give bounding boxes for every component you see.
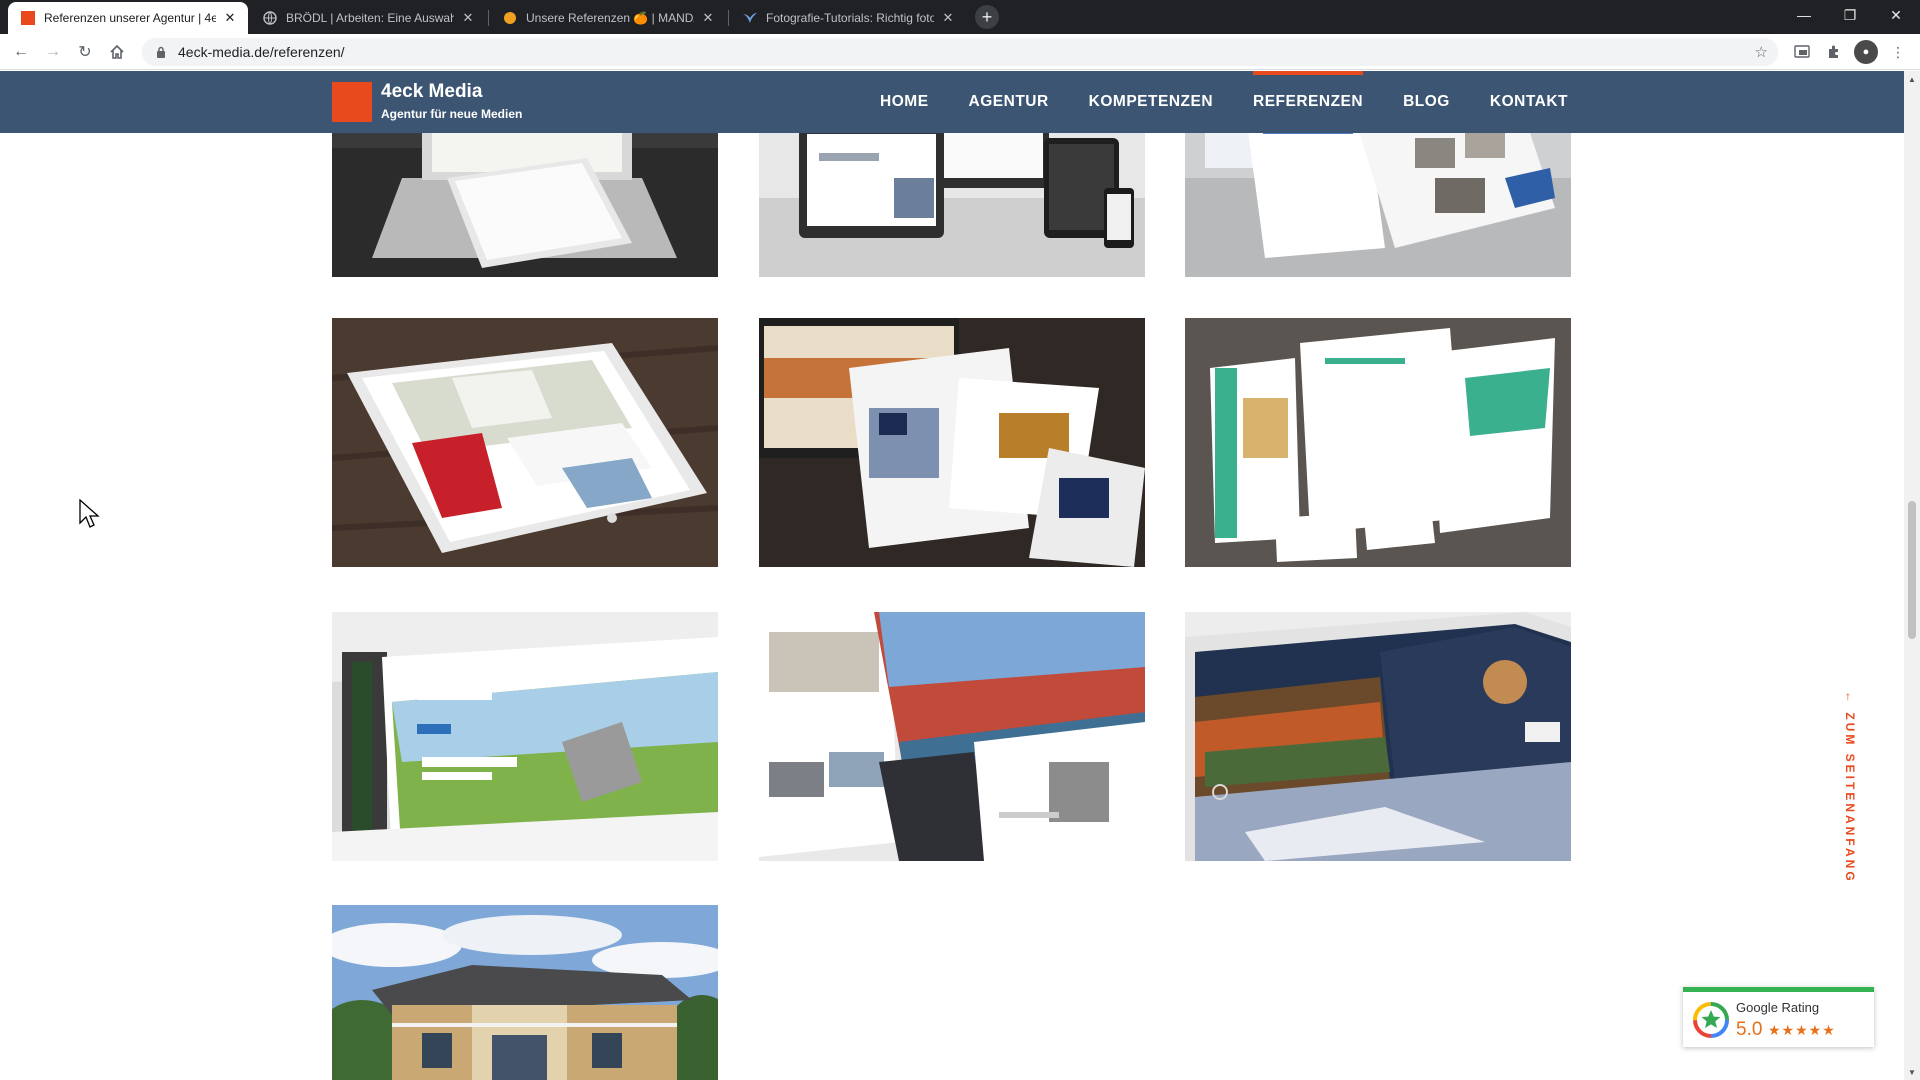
nav-home[interactable]: HOME [880, 71, 929, 133]
rating-label: Google Rating [1736, 1000, 1820, 1015]
cast-icon[interactable] [1790, 40, 1814, 64]
reference-card-tablet-realestate[interactable] [332, 318, 718, 567]
address-bar[interactable]: 4eck-media.de/referenzen/ ☆ [142, 38, 1778, 66]
browser-tab[interactable]: BRÖDL | Arbeiten: Eine Auswahl ✕ [250, 2, 486, 34]
reference-card-house[interactable] [332, 905, 718, 1080]
home-icon[interactable] [105, 40, 129, 64]
url-text: 4eck-media.de/referenzen/ [178, 44, 345, 60]
forward-arrow-icon[interactable]: → [41, 40, 65, 64]
reference-card-emano[interactable] [332, 612, 718, 861]
tablet-landscape-photography-image [1185, 612, 1571, 861]
scroll-up-arrow-icon[interactable]: ▲ [1904, 71, 1920, 87]
tab-separator [728, 10, 729, 26]
browser-tab[interactable]: Unsere Referenzen 🍊 | MANDARIN ✕ [490, 2, 726, 34]
close-window-icon[interactable]: ✕ [1873, 0, 1919, 30]
nav-referenzen[interactable]: REFERENZEN [1253, 71, 1364, 133]
emano-website-image [332, 612, 718, 861]
4eck-favicon-icon [20, 10, 36, 26]
mouse-pointer-icon [79, 499, 100, 528]
main-navigation: HOME AGENTUR KOMPETENZEN REFERENZEN BLOG… [840, 71, 1568, 133]
brand-name[interactable]: 4eck Media [381, 81, 482, 103]
scroll-down-arrow-icon[interactable]: ▼ [1904, 1064, 1920, 1080]
rating-score: 5.0 [1736, 1019, 1763, 1040]
tablet-realestate-website-image [332, 318, 718, 567]
lock-icon [154, 45, 168, 59]
back-to-top-link[interactable]: ← ZUM SEITENANFANG [1838, 691, 1858, 891]
nav-agentur[interactable]: AGENTUR [969, 71, 1049, 133]
house-rendering-image [332, 905, 718, 1080]
scrollbar-thumb[interactable] [1908, 501, 1916, 639]
browser-tab[interactable]: Fotografie-Tutorials: Richtig fotografie… [730, 2, 966, 34]
page-scrollbar[interactable]: ▲ ▼ [1904, 71, 1920, 1080]
reference-card-realestate-collage[interactable] [759, 318, 1145, 567]
extensions-puzzle-icon[interactable] [1822, 40, 1846, 64]
globe-icon [262, 10, 278, 26]
harbour-town-website-image [759, 612, 1145, 861]
minimize-window-icon[interactable]: — [1781, 0, 1827, 30]
mandarin-favicon-icon [502, 10, 518, 26]
close-tab-icon[interactable]: ✕ [222, 10, 238, 26]
tab-title: BRÖDL | Arbeiten: Eine Auswahl [286, 11, 454, 25]
site-header: 4eck Media Agentur für neue Medien HOME … [0, 71, 1904, 133]
tab-title: Unsere Referenzen 🍊 | MANDARIN [526, 11, 694, 25]
brand-tagline: Agentur für neue Medien [381, 107, 523, 121]
bird-favicon-icon [742, 10, 758, 26]
browser-toolbar: ← → ↻ 4eck-media.de/referenzen/ ☆ ● ⋮ [0, 34, 1920, 70]
profile-avatar[interactable]: ● [1854, 40, 1878, 64]
tab-separator [488, 10, 489, 26]
nav-blog[interactable]: BLOG [1403, 71, 1450, 133]
reload-icon[interactable]: ↻ [73, 40, 97, 64]
back-to-top-label: ← ZUM SEITENANFANG [1843, 691, 1857, 884]
reference-card-kreuzcura[interactable] [1185, 318, 1571, 567]
close-tab-icon[interactable]: ✕ [460, 10, 476, 26]
reference-card-harbour-town[interactable] [759, 612, 1145, 861]
nav-kompetenzen[interactable]: KOMPETENZEN [1089, 71, 1213, 133]
realestate-website-collage-image [759, 318, 1145, 567]
bookmark-star-icon[interactable]: ☆ [1755, 43, 1768, 61]
browser-tab-strip: Referenzen unserer Agentur | 4eck Media … [0, 0, 1920, 34]
back-arrow-icon[interactable]: ← [9, 40, 33, 64]
google-rating-star-icon [1693, 1002, 1729, 1038]
new-tab-button[interactable]: + [975, 5, 999, 29]
kreuzcura-corporate-design-image [1185, 318, 1571, 567]
close-tab-icon[interactable]: ✕ [700, 10, 716, 26]
rating-stars: ★★★★★ [1768, 1022, 1836, 1038]
menu-kebab-icon[interactable]: ⋮ [1886, 40, 1910, 64]
tab-title: Referenzen unserer Agentur | 4eck Media [44, 11, 216, 25]
reference-card-tablet-landscape[interactable] [1185, 612, 1571, 861]
brand-logo-square[interactable] [332, 82, 372, 122]
close-tab-icon[interactable]: ✕ [940, 10, 956, 26]
tab-title: Fotografie-Tutorials: Richtig fotografie… [766, 11, 934, 25]
google-rating-badge[interactable]: Google Rating 5.0 ★★★★★ [1683, 987, 1874, 1047]
nav-kontakt[interactable]: KONTAKT [1490, 71, 1568, 133]
browser-tab-active[interactable]: Referenzen unserer Agentur | 4eck Media … [8, 2, 248, 34]
page-viewport: 4eck Media Agentur für neue Medien HOME … [0, 71, 1904, 1080]
restore-window-icon[interactable]: ❐ [1827, 0, 1873, 30]
